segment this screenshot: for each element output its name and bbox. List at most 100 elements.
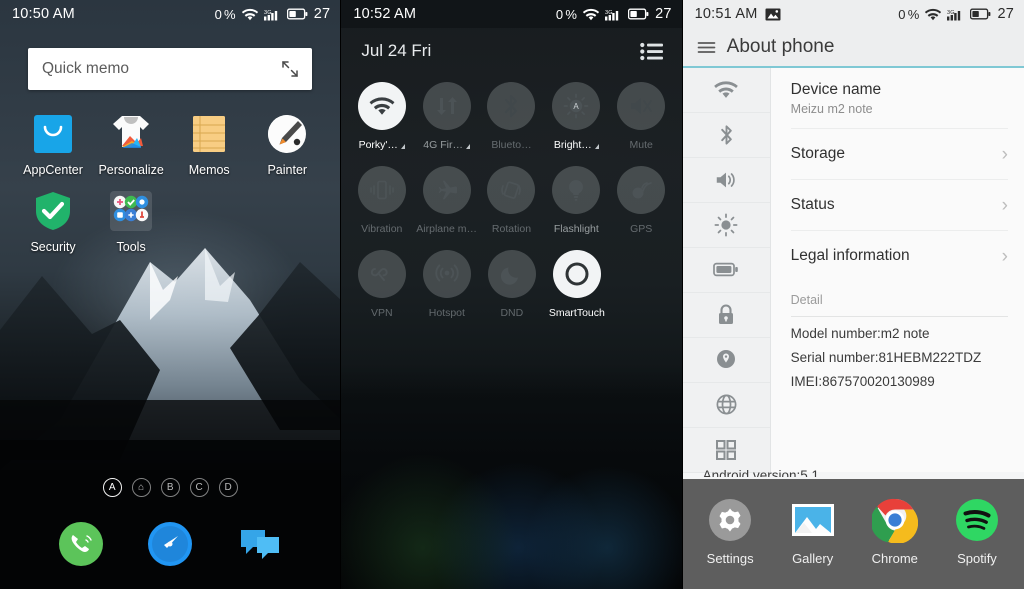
settings-row-storage[interactable]: Storage › [790, 129, 1008, 180]
sidebar-item-lock[interactable] [682, 293, 770, 338]
status-time: 10:51 AM [694, 6, 758, 22]
quick-settings-grid: Porky'… 4G Fir… Blueto… A Bright… Mute V… [341, 74, 681, 334]
dock-app-settings[interactable]: Settings [707, 497, 754, 566]
page-indicator-c[interactable]: C [189, 478, 209, 497]
app-icon-memos[interactable]: Memos [170, 112, 248, 177]
status-bar-left: 10:51 AM [695, 6, 781, 22]
qs-tile-circle [552, 250, 601, 298]
row-subtitle: Meizu m2 note [790, 101, 873, 116]
dock-app-spotify[interactable]: Spotify [954, 497, 1000, 566]
chrome-icon [870, 497, 918, 544]
qs-tile-label: Rotation [491, 223, 532, 235]
status-bar-right: 0 % 3G 27 [898, 6, 1014, 22]
dock-app-gallery[interactable]: Gallery [790, 497, 836, 566]
phone-dock-icon[interactable] [56, 519, 106, 569]
sidebar-item-location[interactable] [682, 338, 770, 383]
messaging-dock-icon[interactable] [235, 519, 285, 569]
qs-tile-mobile-data[interactable]: 4G Fir… [414, 82, 479, 151]
screenshot-strip: 10:50 AM 0 % 3G 27 Quick memo AppCenter … [0, 0, 1024, 589]
page-indicator-b[interactable]: B [160, 478, 180, 497]
apps-grid-icon [716, 439, 737, 460]
settings-row-legal[interactable]: Legal information › [791, 231, 1008, 279]
qs-tile-brightness[interactable]: A Bright… [544, 82, 609, 151]
sidebar-item-bluetooth[interactable] [682, 113, 770, 158]
data-rate-value: 0 [898, 6, 906, 22]
qs-tile-dnd[interactable]: DND [479, 250, 544, 319]
page-indicator-home[interactable]: ⌂ [131, 478, 151, 497]
qs-tile-hotspot[interactable]: Hotspot [414, 250, 479, 319]
browser-dock-icon[interactable] [145, 519, 195, 569]
sidebar-item-battery[interactable] [682, 248, 770, 293]
shade-header: Jul 24 Fri [341, 28, 681, 74]
qs-tile-smarttouch[interactable]: SmartTouch [544, 250, 609, 319]
app-icon-personalize[interactable]: Personalize [92, 112, 170, 177]
settings-header: About phone [682, 28, 1024, 66]
qs-tile-vpn[interactable]: VPN [349, 250, 414, 319]
qs-tile-bluetooth[interactable]: Blueto… [479, 82, 544, 151]
qs-tile-wifi[interactable]: Porky'… [349, 82, 414, 151]
status-bar-home: 10:50 AM 0 % 3G 27 [0, 0, 340, 28]
row-texts: Status [791, 196, 835, 214]
page-indicator-d[interactable]: D [218, 478, 238, 497]
sidebar-item-apps[interactable] [682, 428, 770, 473]
qs-tile-vibration[interactable]: Vibration [349, 166, 414, 235]
qs-tile-labelwrap: DND [500, 307, 523, 319]
qs-tile-labelwrap: Blueto… [491, 139, 531, 151]
qs-tile-label: GPS [630, 223, 653, 235]
qs-tile-flashlight[interactable]: Flashlight [544, 166, 609, 235]
qs-tile-mute[interactable]: Mute [609, 82, 674, 151]
status-time: 10:52 AM [353, 6, 417, 22]
data-rate-unit: % [565, 6, 578, 22]
chevron-right-icon: › [1001, 245, 1008, 267]
data-rate-unit: % [907, 6, 920, 22]
qs-tile-label: Vibration [361, 223, 403, 235]
qs-tile-airplane[interactable]: Airplane m… [414, 166, 479, 235]
qs-tile-labelwrap: Rotation [492, 223, 531, 235]
settings-row-status[interactable]: Status › [790, 180, 1008, 231]
qs-tile-gps[interactable]: GPS [609, 166, 674, 235]
dock-app-label: Settings [706, 550, 754, 566]
sidebar-item-brightness[interactable] [682, 203, 770, 248]
dock-app-chrome[interactable]: Chrome [870, 497, 918, 566]
settings-list: Device name Meizu m2 note Storage › Stat… [770, 67, 1024, 472]
app-icon-painter[interactable]: Painter [248, 112, 326, 177]
status-bar-quicksettings: 10:52 AM 0 % 3G 27 [341, 0, 682, 28]
app-folder-tools[interactable]: Tools [92, 189, 170, 254]
detail-line-model: Model number:m2 note [790, 325, 930, 341]
app-icon-appcenter[interactable]: AppCenter [14, 112, 92, 177]
page-indicator-a[interactable]: A [102, 478, 122, 497]
chevron-corner-icon[interactable] [400, 144, 405, 149]
qs-tile-labelwrap: GPS [630, 223, 652, 235]
qs-tile-circle [617, 166, 666, 214]
quick-settings-row-2: Vibration Airplane m… Rotation Flashligh… [349, 166, 673, 250]
memos-icon [187, 112, 231, 156]
row-texts: Storage [791, 145, 845, 163]
hamburger-menu-icon[interactable] [697, 40, 716, 55]
mobile-data-icon [436, 97, 457, 115]
app-label: Tools [116, 240, 146, 254]
qs-tile-circle [357, 250, 406, 298]
image-icon [765, 8, 781, 21]
qs-tile-rotation[interactable]: Rotation [479, 166, 544, 235]
data-rate-value: 0 [214, 6, 223, 22]
quick-memo-input[interactable]: Quick memo [28, 48, 313, 90]
row-title: Status [790, 196, 835, 214]
battery-percent: 27 [313, 6, 331, 22]
sidebar-item-volume[interactable] [682, 158, 770, 203]
row-title: Storage [790, 145, 845, 163]
globe-icon [716, 394, 737, 415]
qs-tile-circle [357, 166, 406, 214]
home-dock [0, 519, 340, 569]
hotspot-icon [435, 264, 459, 282]
qs-tile-label: VPN [371, 307, 393, 319]
app-icon-security[interactable]: Security [14, 189, 92, 254]
chevron-corner-icon[interactable] [465, 144, 470, 149]
chevron-corner-icon[interactable] [594, 144, 599, 149]
location-pin-icon [717, 349, 736, 368]
sidebar-item-globe[interactable] [682, 383, 770, 428]
sidebar-item-wifi[interactable] [682, 68, 770, 113]
settings-row-device-name[interactable]: Device name Meizu m2 note [790, 68, 1008, 129]
qs-tile-label: SmartTouch [548, 307, 605, 319]
list-icon[interactable] [639, 42, 664, 61]
expand-icon[interactable] [280, 59, 300, 79]
